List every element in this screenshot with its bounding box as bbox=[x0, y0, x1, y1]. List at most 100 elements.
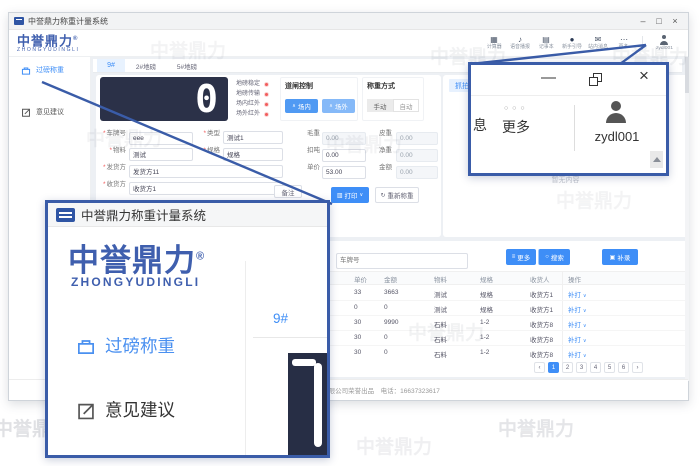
more-filters-button[interactable]: ≡ 更多 bbox=[506, 249, 536, 265]
type-field-wrap bbox=[223, 127, 283, 140]
search-button[interactable]: ○ 搜索 bbox=[538, 249, 570, 265]
tab-9[interactable]: 9# bbox=[97, 59, 125, 72]
minimize-button[interactable]: – bbox=[635, 13, 651, 29]
more-button[interactable]: 更多 bbox=[502, 117, 530, 137]
tab-3[interactable]: 5#地磅 bbox=[167, 59, 207, 72]
notepad-icon: ▤ bbox=[542, 35, 550, 44]
reweigh-button[interactable]: ↻ 重新称重 bbox=[375, 187, 419, 203]
divider bbox=[245, 261, 246, 455]
callout-menu-suggest[interactable]: 意见建议 bbox=[76, 397, 175, 422]
type-input[interactable] bbox=[223, 131, 283, 144]
window-scrollbar[interactable] bbox=[685, 57, 689, 381]
gross-label: 毛重 bbox=[294, 127, 320, 140]
note-button[interactable]: 备注 bbox=[274, 185, 302, 198]
voice-icon: ♪ bbox=[518, 35, 522, 44]
spec-input[interactable] bbox=[223, 148, 283, 161]
col-header: 物料 bbox=[434, 274, 447, 284]
spec-field-wrap bbox=[223, 144, 283, 157]
page-4[interactable]: 4 bbox=[590, 362, 601, 373]
scrollbar-thumb[interactable] bbox=[685, 57, 689, 93]
table-cell: 0 bbox=[384, 349, 388, 356]
table-cell: 石料 bbox=[434, 319, 447, 329]
page-2[interactable]: 2 bbox=[562, 362, 573, 373]
weigh-icon bbox=[21, 66, 31, 75]
material-label: 物料 bbox=[113, 147, 126, 154]
scrollbar-up-button[interactable] bbox=[650, 151, 663, 168]
gate-outside-button[interactable]: ∧场外 bbox=[322, 99, 355, 113]
reprint-link[interactable]: 补打 ∨ bbox=[568, 289, 586, 299]
reprint-link[interactable]: 补打 ∨ bbox=[568, 304, 586, 314]
page-6[interactable]: 6 bbox=[618, 362, 629, 373]
close-button[interactable]: × bbox=[639, 66, 649, 86]
sender-input[interactable] bbox=[129, 165, 283, 178]
refresh-icon: ↻ bbox=[380, 192, 385, 199]
minimize-button[interactable]: — bbox=[541, 69, 556, 86]
weigh-icon bbox=[76, 337, 96, 355]
sidebar-item-weigh[interactable]: 过磅称重 bbox=[21, 65, 64, 75]
username: zydl001 bbox=[655, 45, 672, 51]
tab-underline bbox=[253, 337, 327, 338]
print-button[interactable]: ▥ 打印 ∨ bbox=[331, 187, 369, 203]
sender-field-wrap bbox=[129, 161, 283, 174]
table-cell: 收货方8 bbox=[530, 334, 553, 344]
page-5[interactable]: 5 bbox=[604, 362, 615, 373]
sidebar-item-suggest[interactable]: 意见建议 bbox=[21, 107, 64, 117]
watermark: 中誉鼎力 bbox=[498, 414, 574, 441]
toolbar-item-more[interactable]: ⋯ 更多 bbox=[611, 35, 637, 51]
material-input[interactable] bbox=[129, 148, 193, 161]
table-cell: 30 bbox=[354, 349, 361, 356]
maximize-button[interactable]: □ bbox=[651, 13, 667, 29]
close-button[interactable]: × bbox=[667, 13, 683, 29]
registered-mark: ® bbox=[196, 251, 205, 263]
receiver-field-wrap bbox=[129, 178, 283, 191]
makeup-record-button[interactable]: ▣ 补录 bbox=[602, 249, 638, 265]
user-menu[interactable]: zydl001 bbox=[648, 35, 680, 52]
type-label: 类型 bbox=[207, 130, 220, 137]
divider bbox=[471, 95, 666, 96]
print-icon: ▥ bbox=[337, 192, 343, 199]
user-icon bbox=[659, 35, 669, 45]
search-input[interactable] bbox=[336, 253, 468, 269]
toolbar-item-voice[interactable]: ♪ 语音播报 bbox=[507, 35, 533, 51]
table-cell: 收货方1 bbox=[530, 289, 553, 299]
reprint-link[interactable]: 补打 ∨ bbox=[568, 349, 586, 359]
price-input[interactable] bbox=[322, 166, 366, 179]
table-cell: 0 bbox=[384, 304, 388, 311]
receiver-input[interactable] bbox=[129, 182, 283, 195]
toolbar-item-calculator[interactable]: ▦ 计算器 bbox=[481, 35, 507, 51]
table-cell: 33 bbox=[354, 289, 361, 296]
reprint-link[interactable]: 补打 ∨ bbox=[568, 319, 586, 329]
status-dot bbox=[264, 82, 269, 87]
status-row: 地磅传输 bbox=[232, 90, 269, 98]
page-1[interactable]: 1 bbox=[548, 362, 559, 373]
app-icon bbox=[56, 208, 75, 222]
toolbar-item-notepad[interactable]: ▤ 记事本 bbox=[533, 35, 559, 51]
col-header: 单价 bbox=[354, 274, 367, 284]
callout-user-zoom: — × 息 ○ ○ ○ 更多 zydl001 bbox=[468, 62, 669, 176]
caret-down-icon: ∨ bbox=[583, 323, 587, 329]
page-3[interactable]: 3 bbox=[576, 362, 587, 373]
tab-2[interactable]: 2#地磅 bbox=[125, 59, 167, 72]
price-label: 单价 bbox=[294, 161, 320, 174]
restore-button[interactable] bbox=[589, 73, 602, 86]
mode-manual-option[interactable]: 手动 bbox=[367, 99, 393, 112]
gate-inside-button[interactable]: ∧场内 bbox=[285, 99, 318, 113]
reprint-link[interactable]: 补打 ∨ bbox=[568, 334, 586, 344]
user-icon bbox=[604, 101, 628, 123]
callout-tab-9[interactable]: 9# bbox=[273, 311, 288, 326]
empty-placeholder: 暂无内容 bbox=[443, 175, 688, 185]
mode-auto-option[interactable]: 自动 bbox=[393, 99, 419, 112]
callout-menu-weigh[interactable]: 过磅称重 bbox=[76, 333, 175, 358]
weight-display: 0 bbox=[100, 77, 228, 121]
caret-down-icon: ∨ bbox=[583, 353, 587, 359]
gate-control-title: 道闸控制 bbox=[285, 81, 313, 91]
suggestion-icon bbox=[76, 400, 96, 420]
page-next[interactable]: › bbox=[632, 362, 643, 373]
toolbar-divider bbox=[642, 36, 643, 50]
toolbar-item-guide[interactable]: ● 新手引导 bbox=[559, 35, 585, 51]
toolbar-item-message[interactable]: ✉ 站内消息 bbox=[585, 35, 611, 51]
brand-logo-subtext: ZHONGYUDINGLI bbox=[71, 275, 200, 289]
spec-label: 规格 bbox=[207, 147, 220, 154]
page-prev[interactable]: ‹ bbox=[534, 362, 545, 373]
callout-sidebar-zoom: 中誉鼎力称重计量系统 中誉鼎力® ZHONGYUDINGLI 过磅称重 意见建议… bbox=[45, 200, 330, 458]
